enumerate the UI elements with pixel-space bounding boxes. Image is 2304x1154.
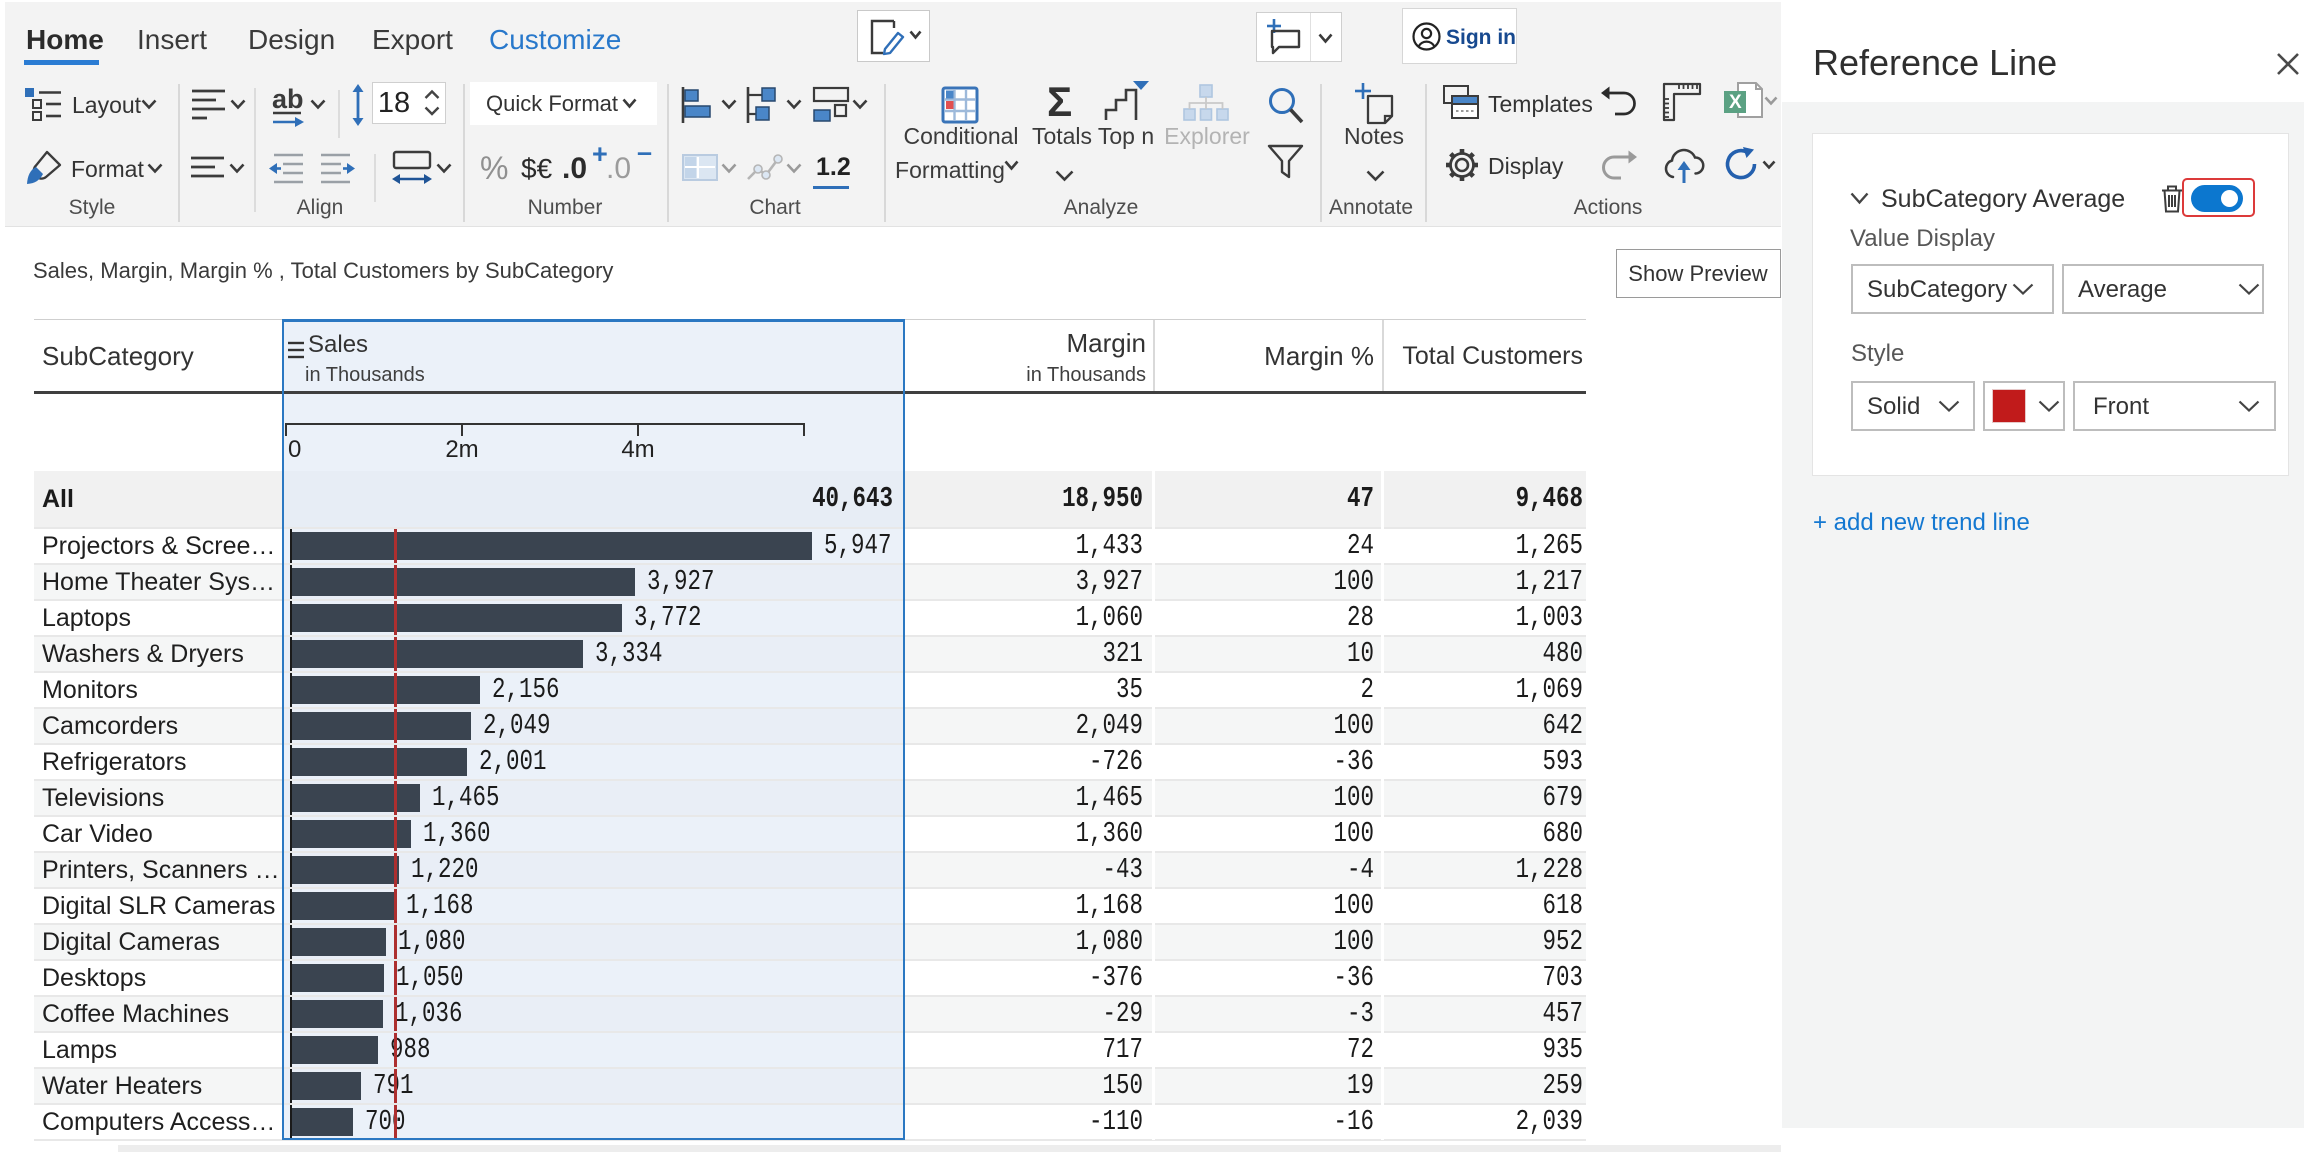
svg-text:Σ: Σ: [1047, 78, 1072, 125]
svg-text:ab: ab: [272, 84, 304, 114]
svg-text:X: X: [1729, 92, 1742, 113]
